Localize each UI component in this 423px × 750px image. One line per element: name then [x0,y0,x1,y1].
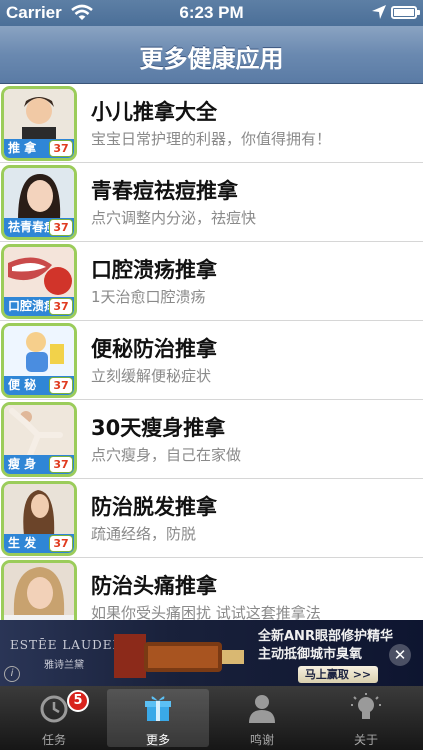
app-thumbnail: 祛青春痘 37 [1,165,77,240]
navigation-bar: 更多健康应用 [0,26,423,84]
app-thumbnail: 便 秘 37 [1,323,77,398]
location-arrow-icon [372,5,386,19]
tab-more[interactable]: 更多 [107,689,209,747]
clock-label: 6:23 PM [179,3,244,22]
ad-headline-line-2: 主动抵御城市臭氧 [258,647,363,662]
app-row-hair-loss-massage[interactable]: 生 发 37 防治脱发推拿 疏通经络，防脱 [0,479,423,558]
app-description: 立刻缓解便秘症状 [91,367,212,385]
tab-thanks[interactable]: 鸣谢 [211,689,313,747]
app-row-constipation-massage[interactable]: 便 秘 37 便秘防治推拿 立刻缓解便秘症状 [0,321,423,400]
app-row-kids-massage[interactable]: 推 拿 37 小儿推拿大全 宝宝日常护理的利器，你值得拥有！ [0,84,423,163]
app-thumbnail: 口腔溃疡 37 [1,244,77,319]
tab-tasks[interactable]: 5 任务 [3,689,105,747]
app-list[interactable]: 推 拿 37 小儿推拿大全 宝宝日常护理的利器，你值得拥有！ 祛青春痘 37 青… [0,84,423,620]
app-name: 小儿推拿大全 [91,100,217,124]
woman-face-photo-icon [4,168,74,220]
app-description: 1天治愈口腔溃疡 [91,288,206,306]
cartoon-figure-icon [4,326,74,378]
long-hair-photo-icon [4,484,74,536]
app-description: 如果你受头痛困扰 试试这套推拿法 [91,604,321,620]
rating-badge: 37 [49,140,73,157]
rating-badge: 37 [49,377,73,394]
tab-about[interactable]: 关于 [315,689,417,747]
yoga-pose-photo-icon [4,405,74,457]
tab-label: 更多 [145,733,170,747]
serum-bottle-icon [114,634,244,678]
tasks-count-badge: 5 [67,690,89,712]
ad-close-icon[interactable]: ✕ [389,644,411,666]
clock-icon [40,695,68,723]
app-name: 防治脱发推拿 [91,495,217,519]
app-name: 口腔溃疡推拿 [91,258,217,282]
rating-badge: 37 [49,298,73,315]
app-row-mouth-ulcer-massage[interactable]: 口腔溃疡 37 口腔溃疡推拿 1天治愈口腔溃疡 [0,242,423,321]
rating-badge: 37 [49,535,73,552]
app-name: 便秘防治推拿 [91,337,217,361]
ad-brand-cn: 雅诗兰黛 [44,660,84,671]
person-icon [249,695,275,723]
app-description: 点穴调整内分泌，祛痘快 [91,209,257,227]
ad-brand: ESTĒE LAUDER [10,638,123,652]
rating-badge: 37 [49,456,73,473]
page-title: 更多健康应用 [139,45,284,73]
headache-photo-icon [4,563,74,615]
app-description: 宝宝日常护理的利器，你值得拥有！ [91,130,332,148]
app-thumbnail: 推 拿 37 [1,86,77,161]
app-description: 点穴瘦身，自己在家做 [91,446,242,464]
app-thumbnail [1,560,77,620]
gift-icon [145,696,171,721]
tab-label: 关于 [353,733,378,747]
app-thumbnail: 生 发 37 [1,481,77,556]
ad-headline-line-1: 全新ANR眼部修护精华 [258,629,393,644]
app-description: 疏通经络，防脱 [91,525,197,543]
mouth-apple-photo-icon [4,247,74,299]
ad-banner[interactable]: ESTĒE LAUDER 雅诗兰黛 全新ANR眼部修护精华 主动抵御城市臭氧 马… [0,620,423,686]
tab-label: 任务 [41,733,66,747]
status-bar: Carrier 6:23 PM [0,0,423,26]
child-photo-icon [4,89,74,141]
app-row-acne-massage[interactable]: 祛青春痘 37 青春痘祛痘推拿 点穴调整内分泌，祛痘快 [0,163,423,242]
app-row-slimming-massage[interactable]: 瘦 身 37 30天瘦身推拿 点穴瘦身，自己在家做 [0,400,423,479]
rating-badge: 37 [49,219,73,236]
app-thumbnail: 瘦 身 37 [1,402,77,477]
app-name: 防治头痛推拿 [91,574,217,598]
app-name: 青春痘祛痘推拿 [91,179,238,203]
ad-cta-button[interactable]: 马上赢取 >> [298,666,378,683]
app-name: 30天瘦身推拿 [91,416,226,440]
battery-icon [391,6,420,19]
app-row-headache-massage[interactable]: 防治头痛推拿 如果你受头痛困扰 试试这套推拿法 [0,558,423,620]
lightbulb-icon [351,693,381,719]
tab-bar: 5 任务 更多 鸣谢 关于 [0,686,423,750]
ad-info-icon[interactable]: i [4,666,20,682]
ad-headline: 全新ANR眼部修护精华 主动抵御城市臭氧 [258,628,393,664]
tab-label: 鸣谢 [249,733,274,747]
